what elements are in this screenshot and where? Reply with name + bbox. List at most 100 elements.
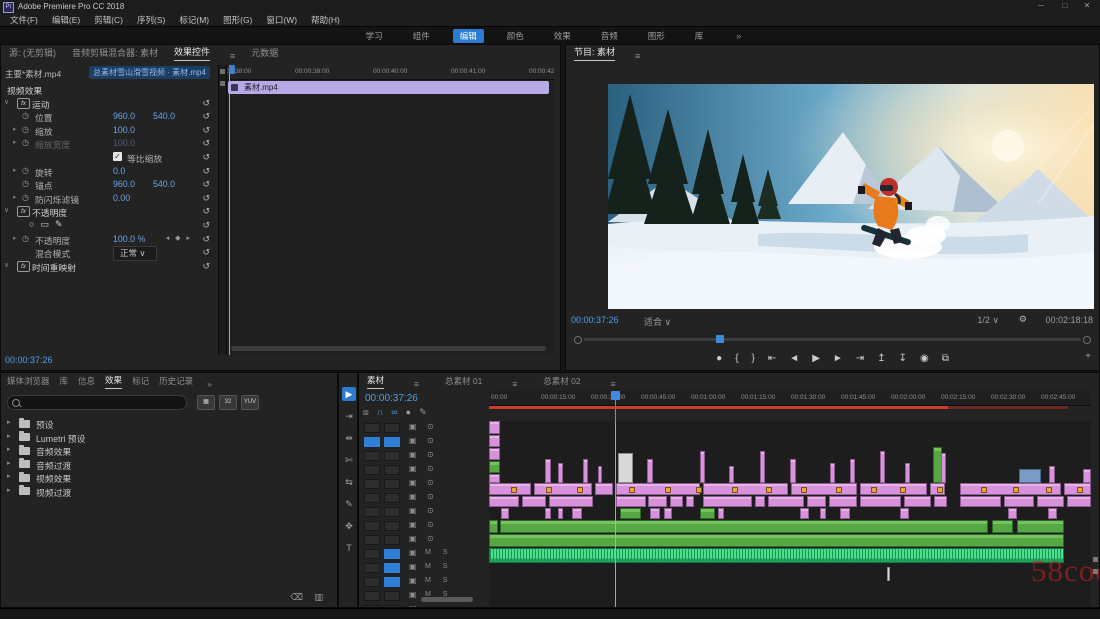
bin-item-预设[interactable]: ▸预设 — [5, 417, 305, 431]
timeline-clip[interactable] — [1004, 496, 1034, 507]
track-lock-cell[interactable] — [384, 465, 400, 475]
32bit-color-badge[interactable]: 32 — [219, 395, 237, 410]
timeline-clip[interactable] — [618, 453, 633, 483]
project-tab-标记[interactable]: 标记 — [132, 375, 149, 389]
source-patch-audio[interactable] — [384, 563, 400, 573]
keyframe-ruler[interactable]: 00:00:38:0000:00:39:0000:00:40:0000:00:4… — [227, 65, 554, 80]
timeline-clip[interactable] — [800, 508, 809, 519]
reset-icon[interactable]: ↺ — [202, 220, 210, 231]
button-editor-plus[interactable]: + — [1085, 351, 1091, 362]
sync-lock-icon[interactable]: ▣ — [409, 450, 417, 459]
timeline-clip[interactable] — [755, 496, 765, 507]
panel-menu-icon[interactable]: ≡ — [230, 51, 235, 61]
track-output-eye-icon[interactable]: ⊙ — [427, 478, 434, 487]
reset-icon[interactable]: ↺ — [202, 234, 210, 245]
uniform-scale-checkbox[interactable]: ✓ — [113, 152, 122, 161]
panel-menu-icon[interactable]: ≡ — [512, 379, 517, 389]
timeline-clip[interactable] — [905, 463, 910, 483]
slip-tool[interactable]: ⇆ — [342, 475, 356, 489]
twirl-icon[interactable]: ▸ — [7, 486, 11, 494]
timeline-clip[interactable] — [501, 508, 509, 519]
timeline-clip[interactable] — [670, 496, 683, 507]
extract-button[interactable]: ↧ — [899, 353, 907, 364]
stopwatch-icon[interactable]: ◷ — [22, 125, 29, 134]
track-output-eye-icon[interactable]: ⊙ — [427, 534, 434, 543]
reset-icon[interactable]: ↺ — [202, 152, 210, 163]
reset-icon[interactable]: ↺ — [202, 125, 210, 136]
add-marker-button[interactable]: ● — [716, 353, 722, 364]
timeline-clip[interactable] — [880, 451, 885, 483]
twirl-icon[interactable]: ▸ — [7, 445, 11, 453]
timeline-clip[interactable] — [489, 483, 531, 495]
timeline-clip[interactable] — [583, 459, 588, 483]
tab-overflow-icon[interactable]: » — [207, 379, 212, 389]
mark-in-button[interactable]: { — [735, 353, 738, 364]
bin-item-Lumetri 预设[interactable]: ▸Lumetri 预设 — [5, 431, 305, 445]
timeline-clip[interactable] — [534, 483, 592, 495]
timeline-clip[interactable] — [830, 463, 835, 483]
lift-button[interactable]: ↥ — [877, 353, 885, 364]
timeline-clip[interactable] — [703, 483, 788, 495]
stopwatch-icon[interactable]: ◷ — [22, 111, 29, 120]
timeline-clip[interactable] — [489, 548, 1064, 563]
timeline-clip[interactable] — [860, 496, 901, 507]
workspace-tab[interactable]: 音频 — [594, 29, 625, 43]
source-patch-video[interactable] — [364, 507, 380, 517]
param-value[interactable]: 540.0 — [153, 179, 175, 189]
razor-tool[interactable]: ✄ — [342, 453, 356, 467]
reset-icon[interactable]: ↺ — [202, 166, 210, 177]
track-lock-cell[interactable] — [384, 521, 400, 531]
twirl-icon[interactable]: ∨ — [4, 261, 9, 269]
track-lock-cell[interactable] — [384, 437, 400, 447]
sync-lock-icon[interactable]: ▣ — [409, 478, 417, 487]
menu-item[interactable]: 序列(S) — [131, 13, 171, 27]
project-tab-效果[interactable]: 效果 — [105, 374, 122, 389]
track-output-eye-icon[interactable]: ⊙ — [427, 450, 434, 459]
workspace-overflow-icon[interactable]: » — [736, 31, 741, 41]
timeline-settings[interactable]: ✎ — [419, 407, 427, 418]
timeline-clip[interactable] — [840, 508, 850, 519]
timeline-clip[interactable] — [489, 421, 500, 434]
sync-lock-icon[interactable]: ▣ — [409, 576, 417, 585]
panel-tab[interactable]: 效果控件 — [174, 45, 210, 61]
timeline-clip[interactable] — [549, 496, 593, 507]
workspace-tab[interactable]: 效果 — [547, 29, 578, 43]
workspace-tab[interactable]: 库 — [688, 29, 711, 43]
timeline-clip[interactable] — [1037, 496, 1064, 507]
step-forward-button[interactable]: ► — [833, 353, 843, 364]
opacity-mask-tools[interactable]: ○▭✎ — [29, 219, 68, 230]
source-patch-video[interactable] — [364, 423, 380, 433]
twirl-icon[interactable]: ▸ — [7, 418, 11, 426]
timeline-clip[interactable] — [664, 508, 672, 519]
panel-menu-icon[interactable]: ≡ — [635, 51, 640, 61]
source-patch-video[interactable] — [364, 493, 380, 503]
sync-lock-icon[interactable]: ▣ — [409, 562, 417, 571]
timeline-clip[interactable] — [700, 451, 705, 483]
keyframe-clip-bar[interactable]: 素材.mp4 — [228, 81, 549, 94]
source-patch-video[interactable] — [364, 535, 380, 545]
reset-icon[interactable]: ↺ — [202, 98, 210, 109]
menu-item[interactable]: 剪辑(C) — [88, 13, 129, 27]
bin-item-音频过渡[interactable]: ▸音频过渡 — [5, 458, 305, 472]
sequence-tab[interactable]: 总素材 01 — [445, 375, 482, 389]
sync-lock-icon[interactable]: ▣ — [409, 492, 417, 501]
param-value[interactable]: 960.0 — [113, 111, 135, 121]
timeline-clip[interactable] — [489, 496, 519, 507]
stopwatch-icon[interactable]: ◷ — [22, 138, 29, 147]
timeline-clip[interactable] — [790, 459, 796, 483]
source-patch-video[interactable] — [364, 521, 380, 531]
timeline-clip[interactable] — [703, 496, 752, 507]
sync-lock-icon[interactable]: ▣ — [409, 506, 417, 515]
panel-menu-icon[interactable]: ≡ — [414, 379, 419, 389]
zoom-level-dropdown[interactable]: 适合 ∨ — [644, 315, 671, 328]
workspace-tab[interactable]: 颜色 — [500, 29, 531, 43]
timeline-clip[interactable] — [820, 508, 826, 519]
menu-item[interactable]: 文件(F) — [4, 13, 44, 27]
reset-icon[interactable]: ↺ — [202, 261, 210, 272]
mute-solo-buttons[interactable]: M S — [425, 577, 452, 584]
track-lock-cell[interactable] — [364, 577, 380, 587]
timeline-clip[interactable] — [1008, 508, 1017, 519]
stopwatch-icon[interactable]: ◷ — [22, 166, 29, 175]
timeline-playhead[interactable] — [611, 391, 620, 400]
go-to-out-button[interactable]: ⇥ — [856, 353, 864, 364]
